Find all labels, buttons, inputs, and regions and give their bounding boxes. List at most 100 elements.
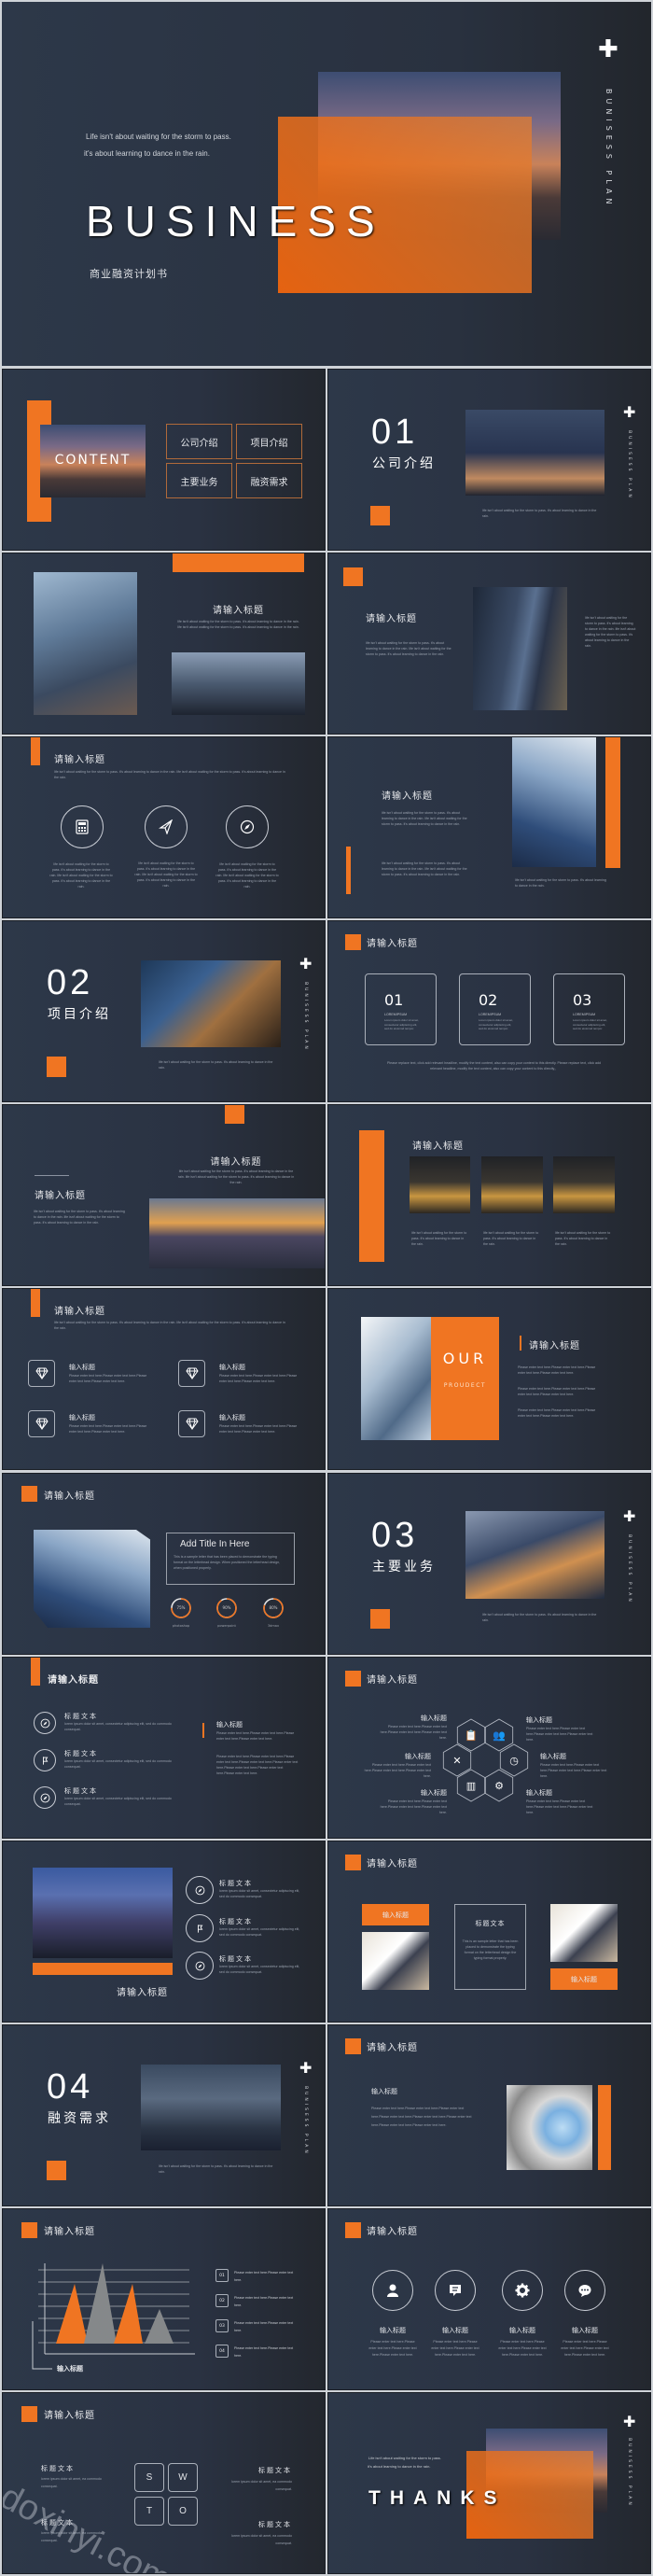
tower-photo — [512, 737, 596, 867]
slide-numbered-boxes: 请输入标题 01 LOREMIPSUM Lorem ipsum dolor si… — [327, 920, 651, 1102]
section-text: life isn't about waiting for the storm t… — [482, 509, 597, 518]
triangle-mark — [84, 2263, 117, 2344]
item-text: lorem ipsum dolor sit amet, consectetur … — [64, 1759, 172, 1769]
progress-label: photoshop — [172, 1624, 190, 1628]
our-label: OUR — [442, 1350, 488, 1367]
product-text: Please enter text here.Please enter text… — [518, 1387, 596, 1396]
icon-text: life isn't about waiting for the storm t… — [215, 862, 279, 889]
icon-text: life isn't about waiting for the storm t… — [49, 862, 113, 889]
hex-label: 输入标题 — [421, 1715, 447, 1722]
accent-bar — [598, 2085, 611, 2170]
slide-blue-tower: 请输入标题 life isn't about waiting for the s… — [327, 736, 651, 918]
hex-label: 输入标题 — [526, 1789, 552, 1797]
swot-text: lorem ipsum dolor sit amet, ea commodo c… — [231, 2480, 292, 2491]
icon-heading: 输入标题 — [572, 2327, 598, 2334]
accent-square — [370, 506, 390, 525]
section-title: 项目介绍 — [48, 1007, 111, 1022]
item-title: 标题文本 — [64, 1750, 98, 1757]
contents-item[interactable]: 融资需求 — [236, 463, 302, 498]
chart-label: 输入标题 — [57, 2365, 83, 2373]
item-text: lorem ipsum dolor sit amet, consectetur … — [219, 1889, 300, 1898]
thanks-slide: Life isn't about waiting for the storm t… — [327, 2392, 651, 2574]
section-photo — [465, 1511, 604, 1599]
box-text: Lorem ipsum dolor sit amet, consectetur … — [573, 1018, 608, 1030]
diamond-icon-box — [178, 1410, 205, 1437]
item-heading: 输入标题 — [69, 1414, 95, 1421]
hex-text: Please enter text here.Please enter text… — [540, 1763, 607, 1778]
slide-heading: 请输入标题 — [54, 755, 105, 765]
triangle-mark — [145, 2309, 174, 2344]
accent-bar — [31, 737, 40, 765]
swot-title: 标题文本 — [258, 2467, 292, 2474]
contents-item[interactable]: 公司介绍 — [166, 424, 232, 459]
swot-text: lorem ipsum dolor sit amet, ea commodo c… — [231, 2534, 292, 2545]
hex-label: 输入标题 — [421, 1789, 447, 1797]
box-text: Lorem ipsum dolor sit amet, consectetur … — [479, 1018, 514, 1030]
diamond-icon-box — [178, 1360, 205, 1387]
box-text: This is a sample letter that has been pl… — [174, 1555, 281, 1570]
plus-icon: ✚ — [598, 35, 618, 63]
list-text: Please enter text here.Please enter text… — [234, 2346, 294, 2358]
swot-cell: T — [134, 2497, 164, 2526]
section-photo — [141, 960, 281, 1047]
section-title: 公司介绍 — [372, 456, 436, 471]
section-title: 融资需求 — [48, 2111, 111, 2126]
item-text: Please enter text here.Please enter text… — [69, 1374, 147, 1383]
item-text: Please enter text here.Please enter text… — [219, 1374, 298, 1383]
slide-heading: 请输入标题 — [213, 606, 264, 616]
slide-swot: 请输入标题 SWTO 标题文本 lorem ipsum dolor sit am… — [2, 2392, 326, 2574]
accent-square — [47, 1057, 66, 1077]
sub-heading-button[interactable]: 输入标题 — [550, 1968, 618, 1990]
section-slide-01: 01 公司介绍 ✚ BUNISESS PLAN life isn't about… — [327, 369, 651, 551]
cover-title: BUSINESS — [86, 197, 385, 245]
side-text: BUNISESS PLAN — [303, 2086, 308, 2156]
slide-text: life isn't about waiting for the storm t… — [177, 620, 299, 629]
contents-item[interactable]: 项目介绍 — [236, 424, 302, 459]
plus-icon: ✚ — [623, 403, 636, 421]
item-text: lorem ipsum dolor sit amet, consectetur … — [219, 1965, 300, 1974]
diamond-icon — [185, 1367, 199, 1379]
night-city-photo — [33, 1868, 173, 1958]
item-icon-circle — [186, 1876, 214, 1904]
swot-title: 标题文本 — [41, 2465, 75, 2472]
item-title: 标题文本 — [219, 1955, 253, 1963]
icon-circle — [435, 2270, 476, 2311]
list-number: 01 — [215, 2269, 229, 2282]
photo-text: life isn't about waiting for the storm t… — [483, 1231, 539, 1246]
diamond-icon — [185, 1418, 199, 1430]
item-text: Please enter text here.Please enter text… — [219, 1424, 298, 1434]
sub-heading-button[interactable]: 输入标题 — [362, 1904, 429, 1925]
contents-slide: CONTENT 公司介绍 项目介绍 主要业务 融资需求 — [2, 369, 326, 551]
slide-four-icons: 请输入标题 输入标题 Please enter text here.Please… — [327, 2208, 651, 2390]
slide-text: life isn't about waiting for the storm t… — [177, 1169, 295, 1184]
slide-heading-left: 请输入标题 — [35, 1191, 86, 1201]
icon-heading: 输入标题 — [442, 2327, 468, 2334]
numbered-box: 02 LOREMIPSUM Lorem ipsum dolor sit amet… — [459, 973, 531, 1045]
building-photo — [361, 1317, 431, 1440]
accent-line — [202, 1723, 204, 1738]
plus-icon: ✚ — [623, 1507, 636, 1525]
sub-text: Please enter text here.Please enter text… — [216, 1755, 299, 1775]
accent-bar — [359, 1130, 384, 1262]
list-text: Please enter text here.Please enter text… — [234, 2271, 294, 2282]
sub-text: Please enter text here.Please enter text… — [216, 1731, 295, 1741]
progress-label: powerpoint — [217, 1624, 236, 1628]
icon-circle — [226, 805, 269, 848]
hex-text: Please enter text here.Please enter text… — [364, 1763, 431, 1778]
box-label: LOREMIPSUM — [479, 1013, 502, 1016]
slide-glass-building: 请输入标题 life isn't about waiting for the s… — [327, 553, 651, 735]
item-text: Please enter text here.Please enter text… — [69, 1424, 147, 1434]
cover-quote-2: it's about learning to dance in the rain… — [84, 149, 210, 158]
product-text: Please enter text here.Please enter text… — [518, 1408, 596, 1418]
slide-meeting: 请输入标题 输入标题 标题文本 This is an sample letter… — [327, 1841, 651, 2023]
contents-item[interactable]: 主要业务 — [166, 463, 232, 498]
swot-title: 标题文本 — [258, 2521, 292, 2528]
cover-quote-1: Life isn't about waiting for the storm t… — [86, 133, 231, 141]
box-label: LOREMIPSUM — [573, 1013, 596, 1016]
sub-text: Please enter text here.Please enter text… — [371, 2107, 472, 2127]
accent-bar-thin — [346, 847, 351, 894]
compass-icon — [195, 1961, 204, 1970]
compass-icon — [240, 819, 255, 834]
item-heading: 输入标题 — [219, 1364, 245, 1371]
slide-heading: 请输入标题 — [210, 1157, 262, 1168]
